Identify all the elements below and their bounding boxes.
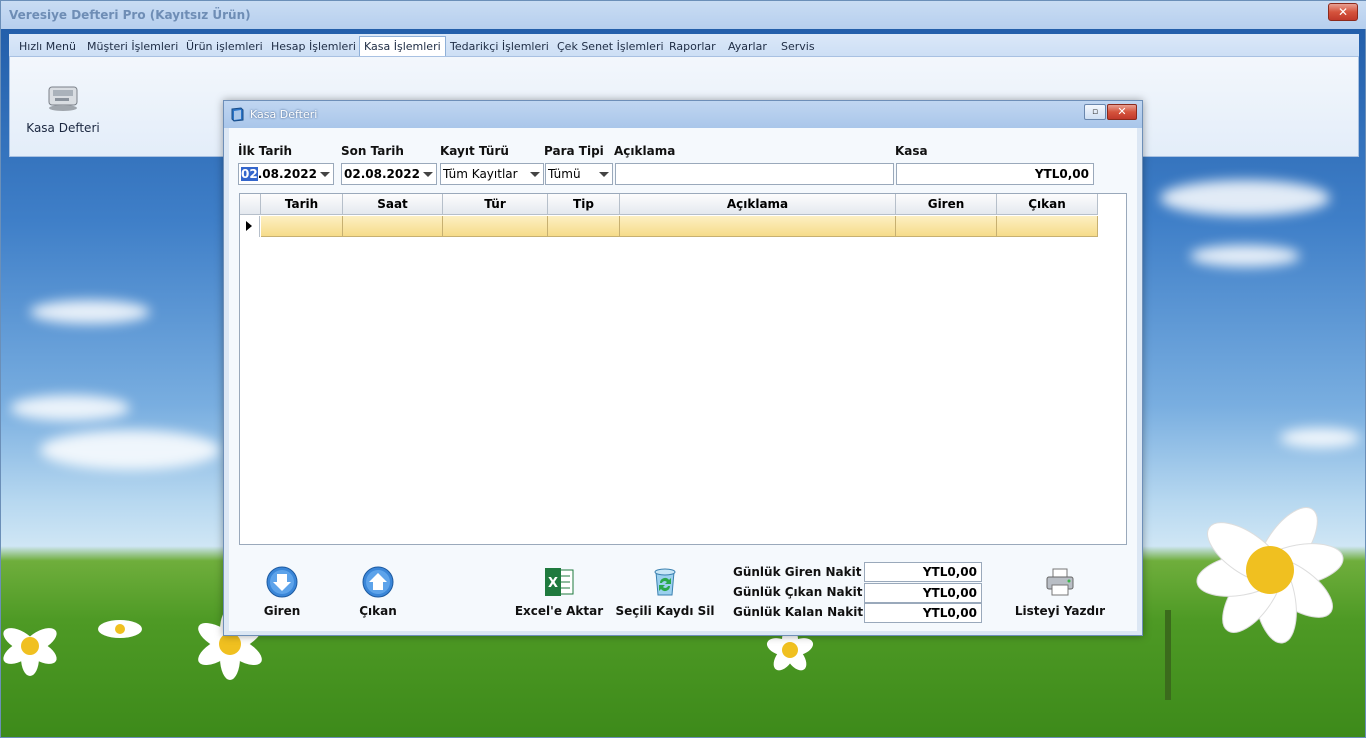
col-header-cikan[interactable]: Çıkan [997,194,1098,215]
app-title: Veresiye Defteri Pro (Kayıtsız Ürün) [9,8,251,22]
aciklama-input[interactable] [615,163,894,185]
tab-hizli-menu[interactable]: Hızlı Menü [19,37,76,57]
grid-cell[interactable] [997,216,1098,237]
ribbon-tabstrip: Hızlı Menü Müşteri İşlemleri Ürün işleml… [9,34,1359,57]
grid-cell[interactable] [896,216,997,237]
col-header-saat[interactable]: Saat [343,194,443,215]
tab-kasa-islemleri[interactable]: Kasa İşlemleri [359,36,446,57]
tab-musteri-islemleri[interactable]: Müşteri İşlemleri [87,37,178,57]
kasa-defteri-ribbon-button[interactable]: Kasa Defteri [24,83,102,143]
tab-servis[interactable]: Servis [781,37,815,57]
cikan-label: Çıkan [359,604,397,618]
col-header-giren[interactable]: Giren [896,194,997,215]
giren-button[interactable]: Giren [257,566,307,621]
cikan-button[interactable]: Çıkan [353,566,403,621]
cash-register-icon [48,86,78,111]
current-row-indicator [240,216,260,237]
gunluk-kalan-field: YTL0,00 [864,603,982,623]
ilk-tarih-date-picker[interactable]: 02.08.2022 [238,163,334,185]
tab-urun-islemleri[interactable]: Ürün işlemleri [186,37,263,57]
ilk-tarih-rest: .08.2022 [257,167,317,181]
gunluk-kalan-label: Günlük Kalan Nakit [733,605,864,619]
tab-cek-senet-islemleri[interactable]: Çek Senet İşlemleri [557,37,664,57]
aciklama-label: Açıklama [614,144,676,158]
kasa-label: Kasa [895,144,928,158]
dialog-maximize-button[interactable]: ▫ [1084,104,1106,120]
para-tipi-select[interactable]: Tümü [545,163,613,185]
tab-ayarlar[interactable]: Ayarlar [728,37,767,57]
excel-icon: X [545,568,574,596]
svg-text:X: X [548,576,558,591]
col-header-aciklama[interactable]: Açıklama [620,194,896,215]
son-tarih-label: Son Tarih [341,144,404,158]
chevron-down-icon [530,172,540,177]
tab-hesap-islemleri[interactable]: Hesap İşlemleri [271,37,356,57]
son-tarih-date-picker[interactable]: 02.08.2022 [341,163,437,185]
excel-export-label: Excel'e Aktar [514,604,604,618]
kayit-turu-label: Kayıt Türü [440,144,509,158]
kayit-turu-value: Tüm Kayıtlar [443,167,518,181]
col-header-tarih[interactable]: Tarih [261,194,343,215]
gunluk-giren-field: YTL0,00 [864,562,982,582]
print-list-button[interactable]: Listeyi Yazdır [1012,566,1108,621]
para-tipi-label: Para Tipi [544,144,604,158]
gunluk-cikan-field: YTL0,00 [864,583,982,603]
tab-raporlar[interactable]: Raporlar [669,37,716,57]
grid-cell[interactable] [443,216,548,237]
son-tarih-value: 02.08.2022 [344,167,420,181]
book-icon [231,107,244,122]
dialog-titlebar[interactable]: Kasa Defteri ▫ ✕ [224,101,1142,128]
chevron-down-icon [599,172,609,177]
kasa-grid[interactable]: Tarih Saat Tür Tip Açıklama Giren Çıkan [239,193,1127,545]
gunluk-cikan-label: Günlük Çıkan Nakit [733,585,863,599]
gunluk-giren-label: Günlük Giren Nakit [733,565,862,579]
kasa-total-field: YTL0,00 [896,163,1094,185]
print-list-label: Listeyi Yazdır [1014,604,1106,618]
delete-selected-button[interactable]: Seçili Kaydı Sil [615,566,715,621]
main-close-button[interactable]: ✕ [1328,3,1358,21]
grid-cell[interactable] [261,216,343,237]
giren-label: Giren [263,604,301,618]
kasa-defteri-ribbon-label: Kasa Defteri [26,121,100,135]
excel-export-button[interactable]: X Excel'e Aktar [514,566,604,621]
dialog-title: Kasa Defteri [250,108,318,121]
grid-cell[interactable] [548,216,620,237]
ilk-tarih-label: İlk Tarih [238,144,293,158]
dialog-body: İlk Tarih Son Tarih Kayıt Türü Para Tipi… [229,128,1137,631]
printer-icon [1046,568,1074,596]
tab-tedarikci-islemleri[interactable]: Tedarikçi İşlemleri [450,37,549,57]
chevron-down-icon [320,172,330,177]
arrow-down-circle-icon [266,566,298,598]
col-header-tip[interactable]: Tip [548,194,620,215]
col-header-tur[interactable]: Tür [443,194,548,215]
grid-cell[interactable] [343,216,443,237]
kasa-defteri-dialog: Kasa Defteri ▫ ✕ İlk Tarih Son Tarih Kay… [223,100,1143,636]
para-tipi-value: Tümü [548,167,581,181]
main-titlebar[interactable]: Veresiye Defteri Pro (Kayıtsız Ürün) ✕ [1,1,1366,29]
dialog-close-button[interactable]: ✕ [1107,104,1137,120]
recycle-bin-icon [654,568,676,596]
ilk-tarih-day-selection: 02 [241,167,258,181]
grid-corner-header [240,194,261,215]
delete-selected-label: Seçili Kaydı Sil [615,604,715,618]
arrow-up-circle-icon [362,566,394,598]
chevron-down-icon [423,172,433,177]
kayit-turu-select[interactable]: Tüm Kayıtlar [440,163,544,185]
grid-cell[interactable] [620,216,896,237]
